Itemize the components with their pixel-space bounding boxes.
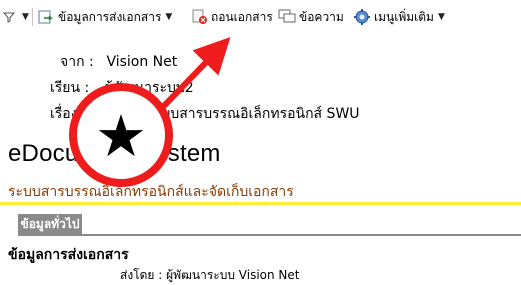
chevron-down-icon: ▼ [22, 12, 29, 22]
divider [0, 202, 521, 205]
from-line: จาก : Vision Net [60, 51, 177, 73]
tab-underline [18, 234, 521, 236]
message-label: ข้อความ [299, 9, 344, 24]
sent-by-line: ส่งโดย : ผู้พัฒนาระบบ Vision Net [120, 266, 300, 285]
gear-icon [353, 8, 371, 26]
send-info-label: ข้อมูลการส่งเอกสาร [58, 9, 162, 24]
subject-value: ระบบสารบรรณอิเล็กทรอนิกส์ SWU [146, 106, 360, 122]
section-title: ข้อมูลการส่งเอกสาร [8, 247, 129, 263]
recall-document-button[interactable]: ถอนเอกสาร [191, 0, 273, 34]
message-button[interactable]: ข้อความ [278, 0, 344, 34]
send-info-button[interactable]: ข้อมูลการส่งเอกสาร ▼ [38, 0, 172, 34]
subject-label: เรื่อง : [50, 106, 87, 122]
filter-icon [3, 11, 15, 23]
from-label: จาก : [60, 54, 94, 70]
tab-general[interactable]: ข้อมูลทั่วไป [18, 214, 82, 234]
sent-by-value: ผู้พัฒนาระบบ Vision Net [166, 268, 300, 282]
sent-by-label: ส่งโดย : [120, 268, 163, 282]
filter-dropdown[interactable]: ▼ [3, 0, 29, 34]
annotation-circle [69, 83, 173, 187]
more-menu-label: เมนูเพิ่มเติม [374, 9, 434, 24]
toolbar: ▼ ข้อมูลการส่งเอกสาร ▼ ถอนเอกสาร ข้อความ… [0, 0, 521, 34]
from-value: Vision Net [106, 54, 178, 70]
chevron-down-icon: ▼ [165, 12, 173, 22]
app-title: eDocument System [8, 140, 221, 167]
subject-line: เรื่อง : ระบบสารบรรณอิเล็กทรอนิกส์ SWU [50, 103, 360, 125]
chevron-down-icon: ▼ [437, 12, 445, 22]
message-icon [278, 9, 296, 25]
to-label: เรียน : [50, 80, 90, 96]
recall-label: ถอนเอกสาร [211, 9, 273, 24]
to-value: ผู้พัฒนาระบบ2 [104, 80, 194, 96]
more-menu-button[interactable]: เมนูเพิ่มเติม ▼ [353, 0, 445, 34]
toolbar-separator [32, 8, 33, 26]
document-arrow-icon [38, 9, 55, 25]
app-subtitle: ระบบสารบรรณอิเล็กทรอนิกส์และจัดเก็บเอกสา… [8, 184, 294, 200]
to-line: เรียน : ผู้พัฒนาระบบ2 [50, 77, 194, 99]
recall-document-icon [191, 9, 208, 25]
